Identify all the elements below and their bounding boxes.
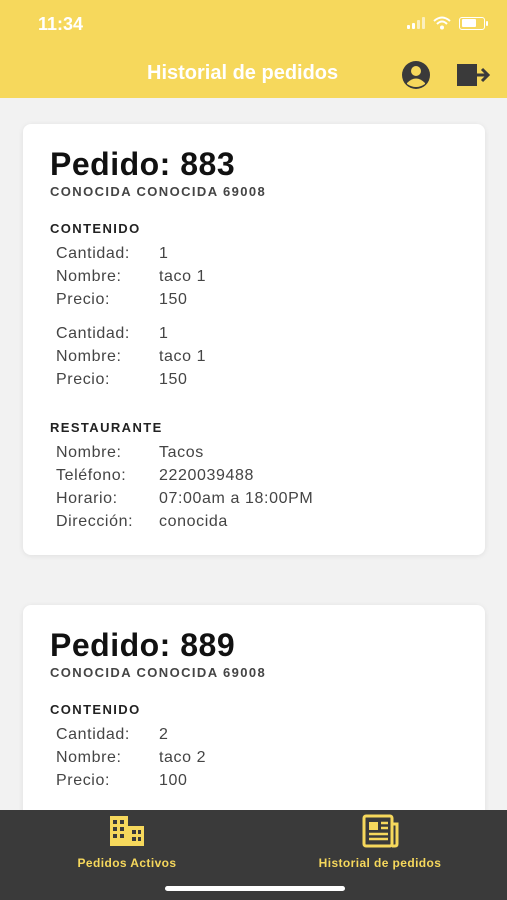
name-value: taco 1 — [159, 268, 207, 285]
order-address: CONOCIDA CONOCIDA 69008 — [50, 184, 267, 199]
price-label: Precio: — [56, 371, 110, 388]
qty-label: Cantidad: — [56, 245, 130, 262]
building-icon — [110, 816, 144, 846]
status-time: 11:34 — [38, 14, 84, 34]
restaurant-phone: 2220039488 — [159, 467, 254, 484]
wifi-icon — [433, 16, 451, 30]
page-title: Historial de pedidos — [147, 62, 339, 84]
price-value: 100 — [159, 772, 188, 789]
qty-label: Cantidad: — [56, 325, 130, 342]
content-heading: CONTENIDO — [50, 221, 141, 236]
order-item: Cantidad: 1 Nombre: taco 1 Precio: 150 — [56, 322, 458, 391]
name-value: taco 1 — [159, 348, 207, 365]
order-address: CONOCIDA CONOCIDA 69008 — [50, 665, 267, 680]
price-value: 150 — [159, 291, 188, 308]
name-label: Nombre: — [56, 268, 122, 285]
signal-icon — [407, 17, 425, 29]
restaurant-hours: 07:00am a 18:00PM — [159, 490, 314, 507]
price-label: Precio: — [56, 291, 110, 308]
tab-active-orders-label: Pedidos Activos — [77, 856, 177, 870]
restaurant-address-label: Dirección: — [56, 513, 134, 530]
order-item: Cantidad: 1 Nombre: taco 1 Precio: 150 — [56, 242, 458, 311]
tab-order-history[interactable]: Historial de pedidos — [312, 814, 448, 870]
tab-order-history-label: Historial de pedidos — [318, 856, 442, 870]
name-label: Nombre: — [56, 348, 122, 365]
home-indicator[interactable] — [165, 886, 345, 891]
qty-value: 1 — [159, 325, 169, 342]
restaurant-phone-label: Teléfono: — [56, 467, 127, 484]
orders-list[interactable]: Pedido: 883 CONOCIDA CONOCIDA 69008 CONT… — [0, 98, 507, 810]
restaurant-address: conocida — [159, 513, 228, 530]
status-icons — [407, 16, 488, 30]
order-card: Pedido: 883 CONOCIDA CONOCIDA 69008 CONT… — [23, 124, 485, 555]
order-item: Cantidad: 2 Nombre: taco 2 Precio: 100 — [56, 723, 458, 792]
price-label: Precio: — [56, 772, 110, 789]
qty-value: 1 — [159, 245, 169, 262]
logout-icon[interactable] — [455, 61, 491, 89]
qty-value: 2 — [159, 726, 169, 743]
price-value: 150 — [159, 371, 188, 388]
restaurant-info: Nombre: Tacos Teléfono: 2220039488 Horario… — [50, 441, 458, 533]
restaurant-name-label: Nombre: — [56, 444, 122, 461]
tab-active-orders[interactable]: Pedidos Activos — [72, 814, 182, 870]
content-heading: CONTENIDO — [50, 702, 141, 717]
restaurant-name: Tacos — [159, 444, 204, 461]
order-title: Pedido: 883 — [50, 146, 236, 182]
battery-icon — [459, 16, 488, 30]
user-circle-icon[interactable] — [400, 60, 432, 90]
order-title: Pedido: 889 — [50, 627, 236, 663]
name-value: taco 2 — [159, 749, 207, 766]
newspaper-icon — [362, 814, 399, 848]
restaurant-hours-label: Horario: — [56, 490, 118, 507]
qty-label: Cantidad: — [56, 726, 130, 743]
app-header: 11:34 Historial de pedidos — [0, 0, 507, 98]
order-card: Pedido: 889 CONOCIDA CONOCIDA 69008 CONT… — [23, 605, 485, 810]
restaurant-heading: RESTAURANTE — [50, 420, 163, 435]
name-label: Nombre: — [56, 749, 122, 766]
